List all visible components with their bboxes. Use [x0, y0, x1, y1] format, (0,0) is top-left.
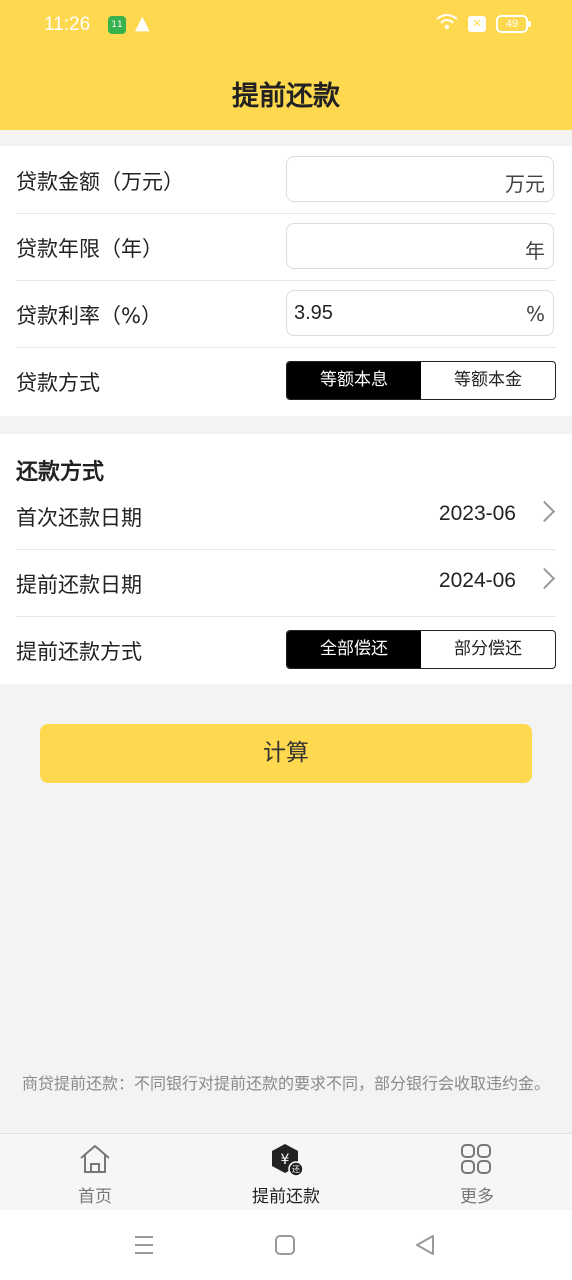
status-time: 11:26: [44, 14, 91, 35]
svg-text:¥: ¥: [281, 1152, 290, 1168]
loan-rate-label: 贷款利率（%）: [16, 304, 162, 328]
method-option-equal-installment[interactable]: 等额本息: [287, 362, 421, 399]
sim-icon: ✕: [468, 16, 486, 32]
prepay-method-label: 提前还款方式: [16, 640, 142, 664]
first-repay-date-label: 首次还款日期: [16, 506, 142, 530]
warning-icon: ▲: [135, 12, 150, 34]
prepay-method-toggle: 全部偿还 部分偿还: [286, 630, 556, 669]
loan-rate-row: 贷款利率（%） 3.95 %: [16, 280, 556, 348]
prepay-date-label: 提前还款日期: [16, 573, 142, 597]
prepay-option-full[interactable]: 全部偿还: [287, 631, 421, 668]
home-square-icon[interactable]: [274, 1234, 296, 1256]
first-repay-date-value: 2023-06: [438, 502, 516, 525]
loan-method-row: 贷款方式 等额本息 等额本金: [16, 347, 556, 414]
tab-more[interactable]: 更多: [382, 1134, 572, 1211]
wifi-icon: [436, 13, 458, 36]
loan-years-label: 贷款年限（年）: [16, 237, 163, 261]
prepay-date-row[interactable]: 提前还款日期 2024-06: [16, 549, 556, 617]
tab-home[interactable]: 首页: [0, 1134, 190, 1211]
battery-icon: 49: [496, 15, 531, 33]
tab-more-label: 更多: [460, 1187, 494, 1207]
loan-years-input[interactable]: 年: [286, 223, 554, 269]
status-bar: 11:26 11 ▲ ✕ 49: [0, 0, 572, 52]
calculate-button[interactable]: 计算: [40, 724, 532, 783]
app-notification-icon: 11: [108, 16, 126, 34]
page-title: 提前还款: [232, 81, 340, 112]
loan-amount-input[interactable]: 万元: [286, 156, 554, 202]
tab-prepayment[interactable]: ¥ 还 提前还款: [191, 1134, 381, 1211]
title-bar: 提前还款: [0, 52, 572, 130]
loan-amount-label: 贷款金额（万元）: [16, 170, 184, 194]
bottom-tab-bar: 首页 ¥ 还 提前还款 更多: [0, 1133, 572, 1211]
loan-method-toggle: 等额本息 等额本金: [286, 361, 556, 400]
tab-home-label: 首页: [78, 1187, 112, 1207]
tab-prepayment-label: 提前还款: [252, 1187, 320, 1207]
prepay-date-value: 2024-06: [438, 569, 516, 592]
chevron-right-icon: [533, 567, 556, 590]
disclaimer-note: 商贷提前还款：不同银行对提前还款的要求不同，部分银行会收取违约金。: [21, 1074, 550, 1093]
loan-method-label: 贷款方式: [16, 371, 100, 395]
yuan-repay-icon: ¥ 还: [272, 1144, 304, 1177]
prepay-option-partial[interactable]: 部分偿还: [421, 631, 555, 668]
home-icon: [80, 1145, 110, 1173]
first-repay-date-row[interactable]: 首次还款日期 2023-06: [16, 482, 556, 550]
chevron-right-icon: [533, 500, 556, 523]
loan-rate-value: 3.95: [294, 302, 333, 324]
loan-amount-row: 贷款金额（万元） 万元: [16, 146, 556, 214]
loan-years-row: 贷款年限（年） 年: [16, 213, 556, 281]
loan-years-unit: 年: [525, 239, 545, 263]
loan-rate-unit: %: [525, 302, 545, 326]
repayment-section: 还款方式 首次还款日期 2023-06 提前还款日期 2024-06 提前还款方…: [0, 434, 572, 684]
method-option-equal-principal[interactable]: 等额本金: [421, 362, 555, 399]
prepay-method-row: 提前还款方式 全部偿还 部分偿还: [16, 616, 556, 683]
system-nav-bar: [0, 1210, 572, 1280]
back-icon[interactable]: [414, 1234, 436, 1256]
menu-icon[interactable]: [133, 1234, 155, 1256]
grid-icon: [461, 1144, 491, 1174]
loan-rate-input[interactable]: 3.95 %: [286, 290, 554, 336]
svg-text:还: 还: [292, 1164, 300, 1174]
loan-amount-unit: 万元: [505, 172, 545, 196]
loan-form: 贷款金额（万元） 万元 贷款年限（年） 年 贷款利率（%） 3.95 % 贷款方…: [0, 146, 572, 416]
